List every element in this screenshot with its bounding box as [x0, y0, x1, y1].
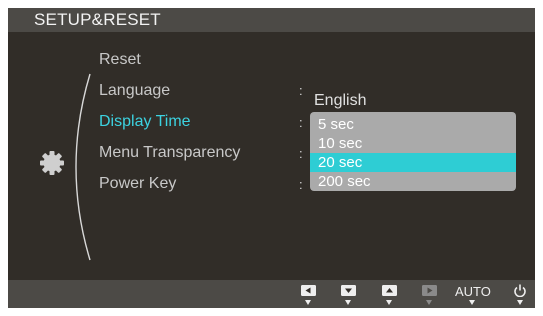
- display-time-dropdown[interactable]: 5 sec 10 sec 20 sec 200 sec: [310, 112, 516, 191]
- language-value: English: [314, 92, 367, 109]
- auto-label: AUTO: [455, 284, 491, 299]
- left-arrow-icon: [301, 285, 316, 296]
- menu-item-display-time[interactable]: Display Time: [99, 113, 191, 131]
- menu-item-reset[interactable]: Reset: [99, 51, 141, 69]
- dropdown-option[interactable]: 5 sec: [310, 115, 516, 134]
- power-button[interactable]: [513, 284, 527, 307]
- button-indicator-icon: [386, 300, 392, 305]
- down-arrow-icon: [341, 285, 356, 296]
- menu-item-language[interactable]: Language: [99, 82, 170, 100]
- menu-item-menu-transparency[interactable]: Menu Transparency: [99, 144, 240, 162]
- header-bar: SETUP&RESET: [8, 8, 535, 32]
- right-button[interactable]: [422, 285, 437, 307]
- button-indicator-icon: [305, 300, 311, 305]
- menu-title: SETUP&RESET: [34, 10, 161, 29]
- value-separator: :: [299, 146, 303, 161]
- dropdown-option[interactable]: 200 sec: [310, 172, 516, 191]
- button-indicator-icon: [426, 300, 432, 305]
- right-arrow-icon: [422, 285, 437, 296]
- value-separator: :: [299, 83, 303, 98]
- bottom-button-bar: AUTO: [8, 280, 535, 308]
- gear-icon: [40, 151, 64, 175]
- button-indicator-icon: [469, 300, 475, 305]
- menu-arc-decoration: [75, 73, 91, 261]
- menu-item-power-key[interactable]: Power Key: [99, 175, 176, 193]
- down-button[interactable]: [341, 285, 356, 307]
- auto-button[interactable]: AUTO: [455, 284, 491, 307]
- value-separator: :: [299, 177, 303, 192]
- left-button[interactable]: [301, 285, 316, 307]
- up-button[interactable]: [382, 285, 397, 307]
- dropdown-option-highlighted[interactable]: 20 sec: [310, 153, 516, 172]
- up-arrow-icon: [382, 285, 397, 296]
- dropdown-option[interactable]: 10 sec: [310, 134, 516, 153]
- button-indicator-icon: [345, 300, 351, 305]
- value-separator: :: [299, 115, 303, 130]
- osd-window: SETUP&RESET Reset Language Display Time …: [8, 8, 535, 308]
- button-indicator-icon: [517, 300, 523, 305]
- power-icon: [514, 284, 526, 297]
